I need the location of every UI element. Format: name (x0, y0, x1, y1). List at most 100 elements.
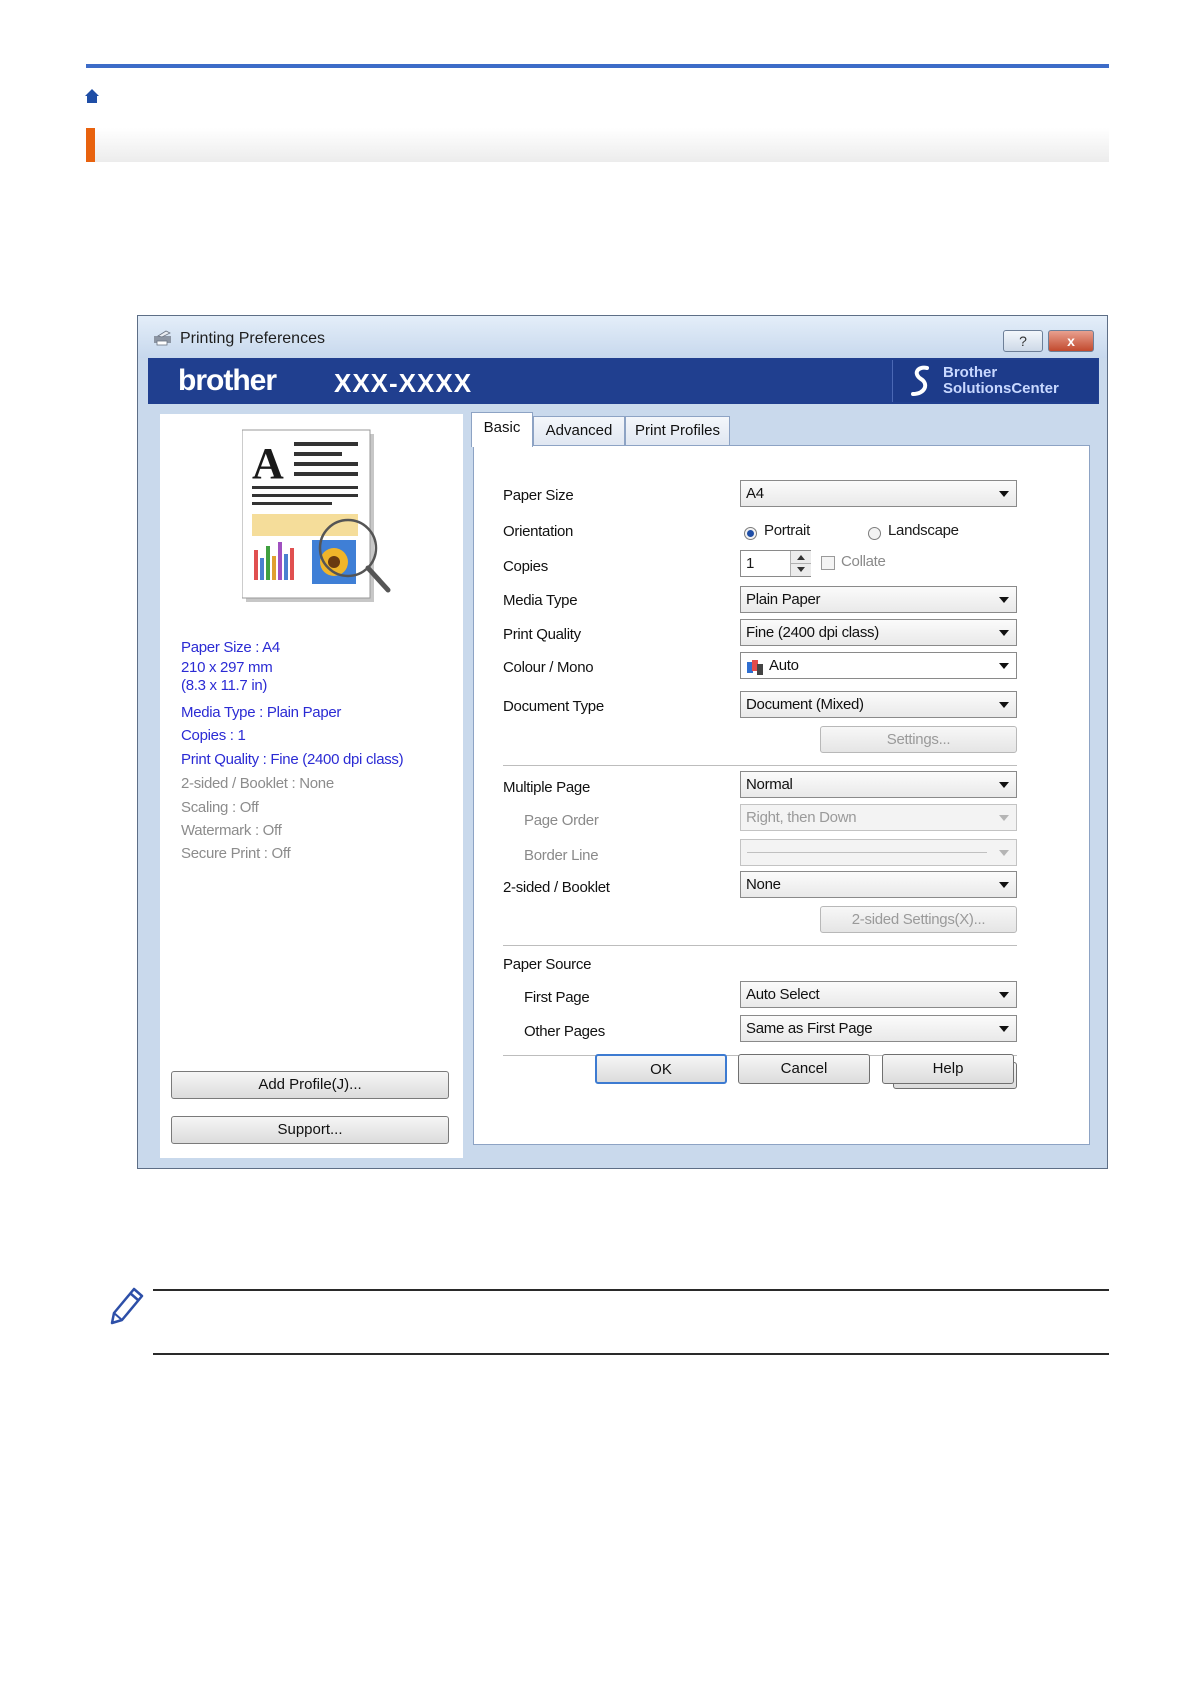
multiple-page-value: Normal (746, 776, 793, 793)
two-sided-label: 2-sided / Booklet (503, 879, 610, 896)
dropdown-arrow-icon (999, 702, 1009, 708)
summary-copies: Copies : 1 (181, 727, 246, 744)
cancel-button[interactable]: Cancel (738, 1054, 870, 1084)
collate-checkbox[interactable] (821, 556, 835, 570)
two-sided-settings-button[interactable]: 2-sided Settings(X)... (820, 906, 1017, 933)
colour-auto-icon (747, 658, 763, 675)
support-button[interactable]: Support... (171, 1116, 449, 1144)
summary-scaling: Scaling : Off (181, 799, 259, 816)
summary-paper-mm: 210 x 297 mm (181, 659, 273, 676)
first-page-label: First Page (524, 989, 590, 1006)
dropdown-arrow-icon (999, 782, 1009, 788)
dropdown-arrow-icon (999, 815, 1009, 821)
summary-print-quality: Print Quality : Fine (2400 dpi class) (181, 751, 404, 768)
landscape-radio[interactable] (868, 527, 881, 540)
border-line-label: Border Line (524, 847, 599, 864)
separator (503, 765, 1017, 766)
print-quality-label: Print Quality (503, 626, 581, 643)
dropdown-arrow-icon (999, 1026, 1009, 1032)
section-title-bar (86, 128, 1109, 162)
page-order-select[interactable]: Right, then Down (740, 804, 1017, 831)
dropdown-arrow-icon (999, 663, 1009, 669)
media-type-label: Media Type (503, 592, 578, 609)
copies-stepper-buttons[interactable] (790, 551, 811, 576)
svg-text:A: A (252, 439, 284, 488)
other-pages-label: Other Pages (524, 1023, 605, 1040)
two-sided-select[interactable]: None (740, 871, 1017, 898)
collate-label[interactable]: Collate (841, 553, 886, 570)
media-type-select[interactable]: Plain Paper (740, 586, 1017, 613)
copies-label: Copies (503, 558, 548, 575)
summary-paper-inches: (8.3 x 11.7 in) (181, 677, 268, 694)
printing-preferences-dialog: Printing Preferences ? x brother XXX-XXX… (137, 315, 1108, 1169)
brand-banner: brother XXX-XXXX Brother SolutionsCenter (148, 358, 1099, 404)
portrait-radio[interactable] (744, 527, 757, 540)
border-line-preview (747, 852, 987, 853)
other-pages-select[interactable]: Same as First Page (740, 1015, 1017, 1042)
note-rule-top (153, 1289, 1109, 1291)
summary-2-sided: 2-sided / Booklet : None (181, 775, 334, 792)
page-preview-image: A (241, 428, 402, 608)
dropdown-arrow-icon (999, 491, 1009, 497)
preview-panel: A Paper Size: A4 210 x 297 mm (8.3 x 11… (160, 414, 463, 1158)
note-rule-bottom (153, 1353, 1109, 1355)
document-type-select[interactable]: Document (Mixed) (740, 691, 1017, 718)
summary-secure-print: Secure Print : Off (181, 845, 291, 862)
ok-button[interactable]: OK (595, 1054, 727, 1084)
window-titlebar: Printing Preferences ? x (138, 316, 1107, 358)
tab-print-profiles[interactable]: Print Profiles (625, 416, 730, 446)
solutions-center-label: Brother SolutionsCenter (943, 365, 1059, 397)
dropdown-arrow-icon (999, 992, 1009, 998)
paper-source-label: Paper Source (503, 956, 592, 973)
separator (503, 945, 1017, 946)
model-name: XXX-XXXX (334, 368, 473, 398)
brother-logo: brother (178, 364, 277, 397)
tab-basic[interactable]: Basic (471, 412, 533, 447)
landscape-label[interactable]: Landscape (888, 522, 959, 539)
dropdown-arrow-icon (999, 630, 1009, 636)
paper-size-label: Paper Size (503, 487, 574, 504)
other-pages-value: Same as First Page (746, 1020, 873, 1037)
portrait-label[interactable]: Portrait (764, 522, 810, 539)
add-profile-button[interactable]: Add Profile(J)... (171, 1071, 449, 1099)
print-quality-select[interactable]: Fine (2400 dpi class) (740, 619, 1017, 646)
multiple-page-select[interactable]: Normal (740, 771, 1017, 798)
summary-watermark: Watermark : Off (181, 822, 282, 839)
media-type-value: Plain Paper (746, 591, 821, 608)
colour-mono-label: Colour / Mono (503, 659, 594, 676)
solutions-center-line-1: Brother (943, 364, 998, 381)
first-page-value: Auto Select (746, 986, 820, 1003)
page-order-label: Page Order (524, 812, 599, 829)
colour-mono-value: Auto (769, 657, 799, 674)
border-line-select[interactable] (740, 839, 1017, 866)
settings-button[interactable]: Settings... (820, 726, 1017, 753)
tab-advanced[interactable]: Advanced (533, 416, 625, 446)
titlebar-help-button[interactable]: ? (1003, 330, 1043, 352)
solutions-center-icon (907, 364, 937, 398)
summary-media-type: Media Type : Plain Paper (181, 704, 342, 721)
copies-spinner[interactable]: 1 (740, 550, 811, 577)
title-accent-bar (86, 128, 95, 162)
page-order-value: Right, then Down (746, 809, 857, 826)
titlebar-close-button[interactable]: x (1048, 330, 1094, 352)
orientation-label: Orientation (503, 523, 574, 540)
basic-tab-panel: Paper Size A4 Orientation Portrait Lands… (473, 445, 1090, 1145)
home-icon[interactable] (84, 88, 100, 104)
print-quality-value: Fine (2400 dpi class) (746, 624, 879, 641)
first-page-select[interactable]: Auto Select (740, 981, 1017, 1008)
document-type-value: Document (Mixed) (746, 696, 864, 713)
multiple-page-label: Multiple Page (503, 779, 590, 796)
colour-mono-select[interactable]: Auto (740, 652, 1017, 679)
help-button[interactable]: Help (882, 1054, 1014, 1084)
paper-size-select[interactable]: A4 (740, 480, 1017, 507)
two-sided-value: None (746, 876, 781, 893)
top-rule (86, 64, 1109, 68)
dropdown-arrow-icon (999, 597, 1009, 603)
window-title: Printing Preferences (180, 330, 325, 347)
printer-icon (152, 330, 174, 346)
document-type-label: Document Type (503, 698, 604, 715)
paper-size-value: A4 (746, 485, 764, 502)
solutions-center-link[interactable]: Brother SolutionsCenter (892, 360, 1098, 402)
dropdown-arrow-icon (999, 850, 1009, 856)
solutions-center-line-2: SolutionsCenter (943, 380, 1059, 397)
